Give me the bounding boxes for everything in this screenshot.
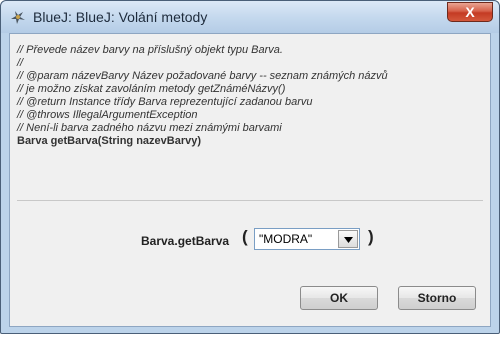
separator [17,200,483,201]
comment-line: // [17,57,24,69]
comment-line: // @return Instance třídy Barva reprezen… [17,96,313,108]
bluej-bird-icon [9,8,27,26]
argument-combobox[interactable] [254,228,360,250]
open-paren: ( [242,227,248,246]
chevron-down-icon [343,230,353,248]
method-comment: // Převede název barvy na příslušný obje… [17,44,484,148]
cancel-button[interactable]: Storno [398,286,476,310]
comment-line: // je možno získat zavoláním metody getZ… [17,83,286,95]
dropdown-button[interactable] [338,230,358,248]
argument-input[interactable] [257,231,341,247]
close-icon: X [465,4,475,20]
comment-line: // @param názevBarvy Název požadované ba… [17,70,388,82]
method-signature: Barva getBarva(String nazevBarvy) [17,135,202,147]
method-call-label: Barva.getBarva [141,234,230,248]
close-button[interactable]: X [447,2,493,22]
comment-line: // Není-li barva zadného názvu mezi znám… [17,122,282,134]
title-bar[interactable]: BlueJ: BlueJ: Volání metody X [1,1,499,33]
dialog-content: // Převede název barvy na příslušný obje… [9,33,491,327]
comment-line: // Převede název barvy na příslušný obje… [17,44,283,56]
dialog-window: BlueJ: BlueJ: Volání metody X // Převede… [0,0,500,334]
ok-button[interactable]: OK [300,286,378,310]
comment-line: // @throws IllegalArgumentException [17,109,198,121]
window-title: BlueJ: BlueJ: Volání metody [33,9,208,25]
close-paren: ) [368,227,374,246]
